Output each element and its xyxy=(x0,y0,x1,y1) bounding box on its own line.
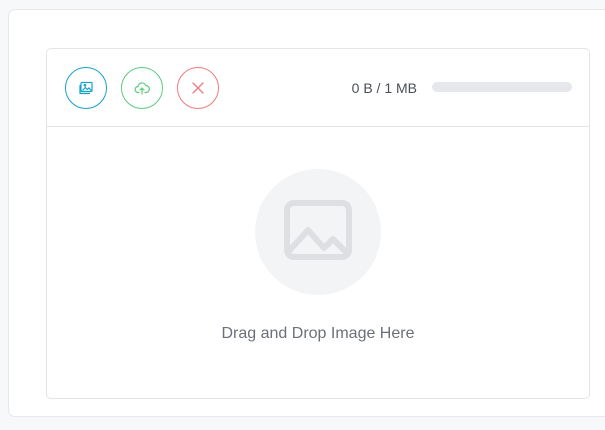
file-upload-card: 0 B / 1 MB Drag and Drop Image Here xyxy=(8,9,605,417)
image-placeholder-icon xyxy=(282,198,354,267)
uploader-toolbar: 0 B / 1 MB xyxy=(47,49,589,127)
image-dropzone[interactable]: Drag and Drop Image Here xyxy=(47,127,589,398)
upload-button[interactable] xyxy=(121,67,163,109)
dropzone-icon-circle xyxy=(255,169,381,295)
cloud-upload-icon xyxy=(134,80,150,96)
image-icon xyxy=(78,80,94,96)
upload-progress-bar xyxy=(432,82,572,92)
dropzone-label: Drag and Drop Image Here xyxy=(221,325,415,342)
choose-image-button[interactable] xyxy=(65,67,107,109)
cancel-button[interactable] xyxy=(177,67,219,109)
close-icon xyxy=(190,80,206,96)
image-uploader: 0 B / 1 MB Drag and Drop Image Here xyxy=(46,48,590,399)
file-size-text: 0 B / 1 MB xyxy=(351,80,417,96)
